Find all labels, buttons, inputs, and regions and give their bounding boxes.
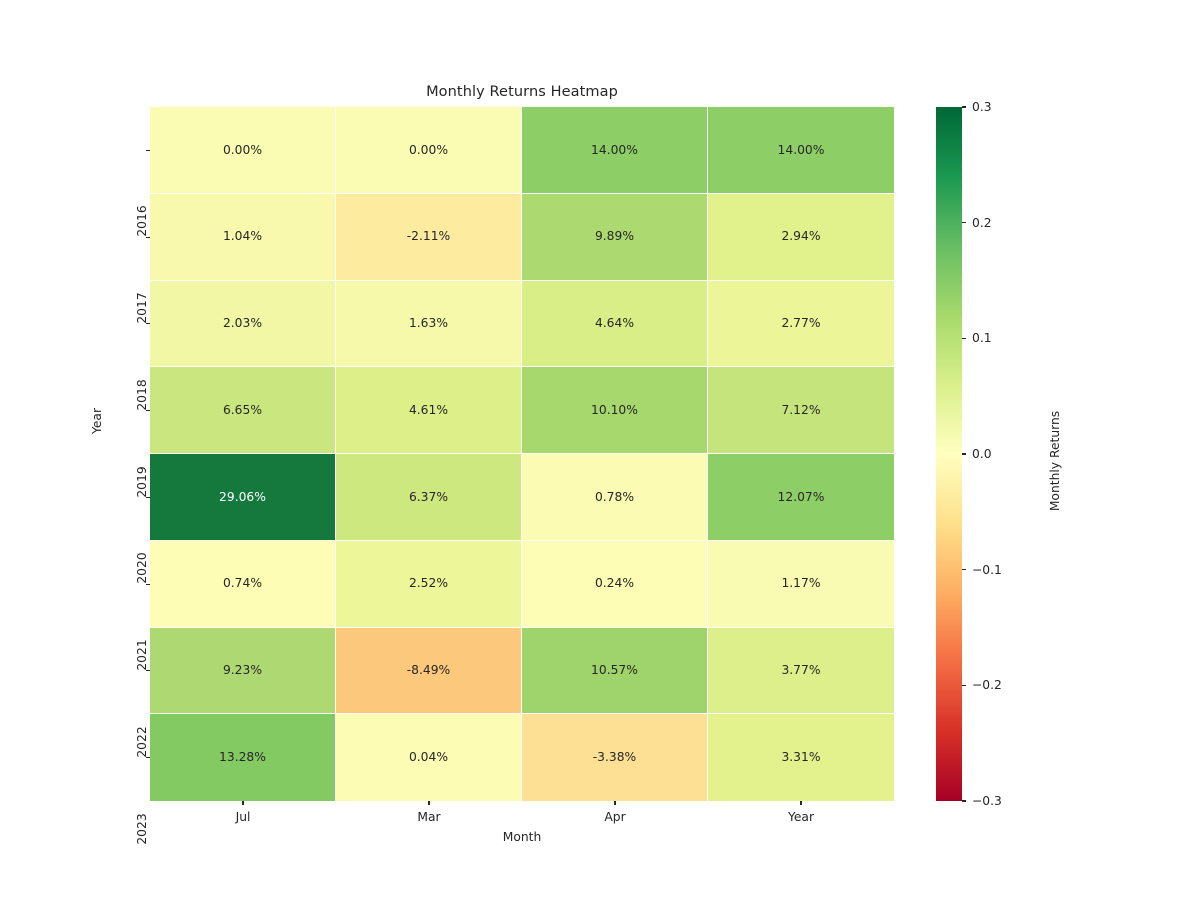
y-axis-tick-mark	[146, 757, 150, 759]
x-axis-tick-mark	[428, 801, 430, 805]
x-axis-tick-mark	[614, 801, 616, 805]
colorbar-tick-mark	[962, 106, 966, 108]
x-axis-tick-label: Apr	[604, 810, 626, 824]
colorbar-tick-mark	[962, 800, 966, 802]
y-axis-tick-mark	[146, 149, 150, 151]
colorbar-tick-mark	[962, 222, 966, 224]
y-axis-tick-mark	[146, 496, 150, 498]
y-axis-tick-mark	[146, 670, 150, 672]
y-axis-tick-label: 2023	[135, 812, 149, 845]
x-axis-tick-mark	[242, 801, 244, 805]
colorbar-tick-label: −0.2	[972, 678, 1002, 693]
x-axis-tick-label: Mar	[417, 810, 441, 824]
colorbar-ticks: 0.3 0.2 0.1 0.0 −0.1 −0.2 −0.3	[0, 0, 1200, 900]
colorbar-tick-mark	[962, 337, 966, 339]
colorbar-tick-label: 0.3	[972, 100, 992, 114]
colorbar-tick-label: −0.3	[972, 794, 1002, 808]
y-axis-tick-mark	[146, 236, 150, 238]
y-axis-tick-mark	[146, 323, 150, 325]
x-axis-tick-label: Jul	[235, 810, 251, 824]
x-axis-tick-label: Year	[787, 810, 815, 824]
heatmap-figure: Monthly Returns Heatmap 0.00% 0.00% 14.00%…	[0, 0, 1200, 900]
colorbar-tick-label: 0.1	[972, 331, 992, 346]
x-axis-tick-mark	[800, 801, 802, 805]
colorbar-label: Monthly Returns	[1048, 410, 1063, 512]
colorbar-tick-mark	[962, 569, 966, 571]
colorbar-tick-label: 0.0	[972, 447, 992, 461]
colorbar-tick-label: −0.1	[972, 562, 1002, 577]
colorbar-tick-mark	[962, 684, 966, 686]
y-axis-tick-mark	[146, 583, 150, 585]
y-axis-tick-mark	[146, 410, 150, 412]
colorbar-tick-label: 0.2	[972, 215, 992, 230]
colorbar-tick-mark	[962, 453, 966, 455]
